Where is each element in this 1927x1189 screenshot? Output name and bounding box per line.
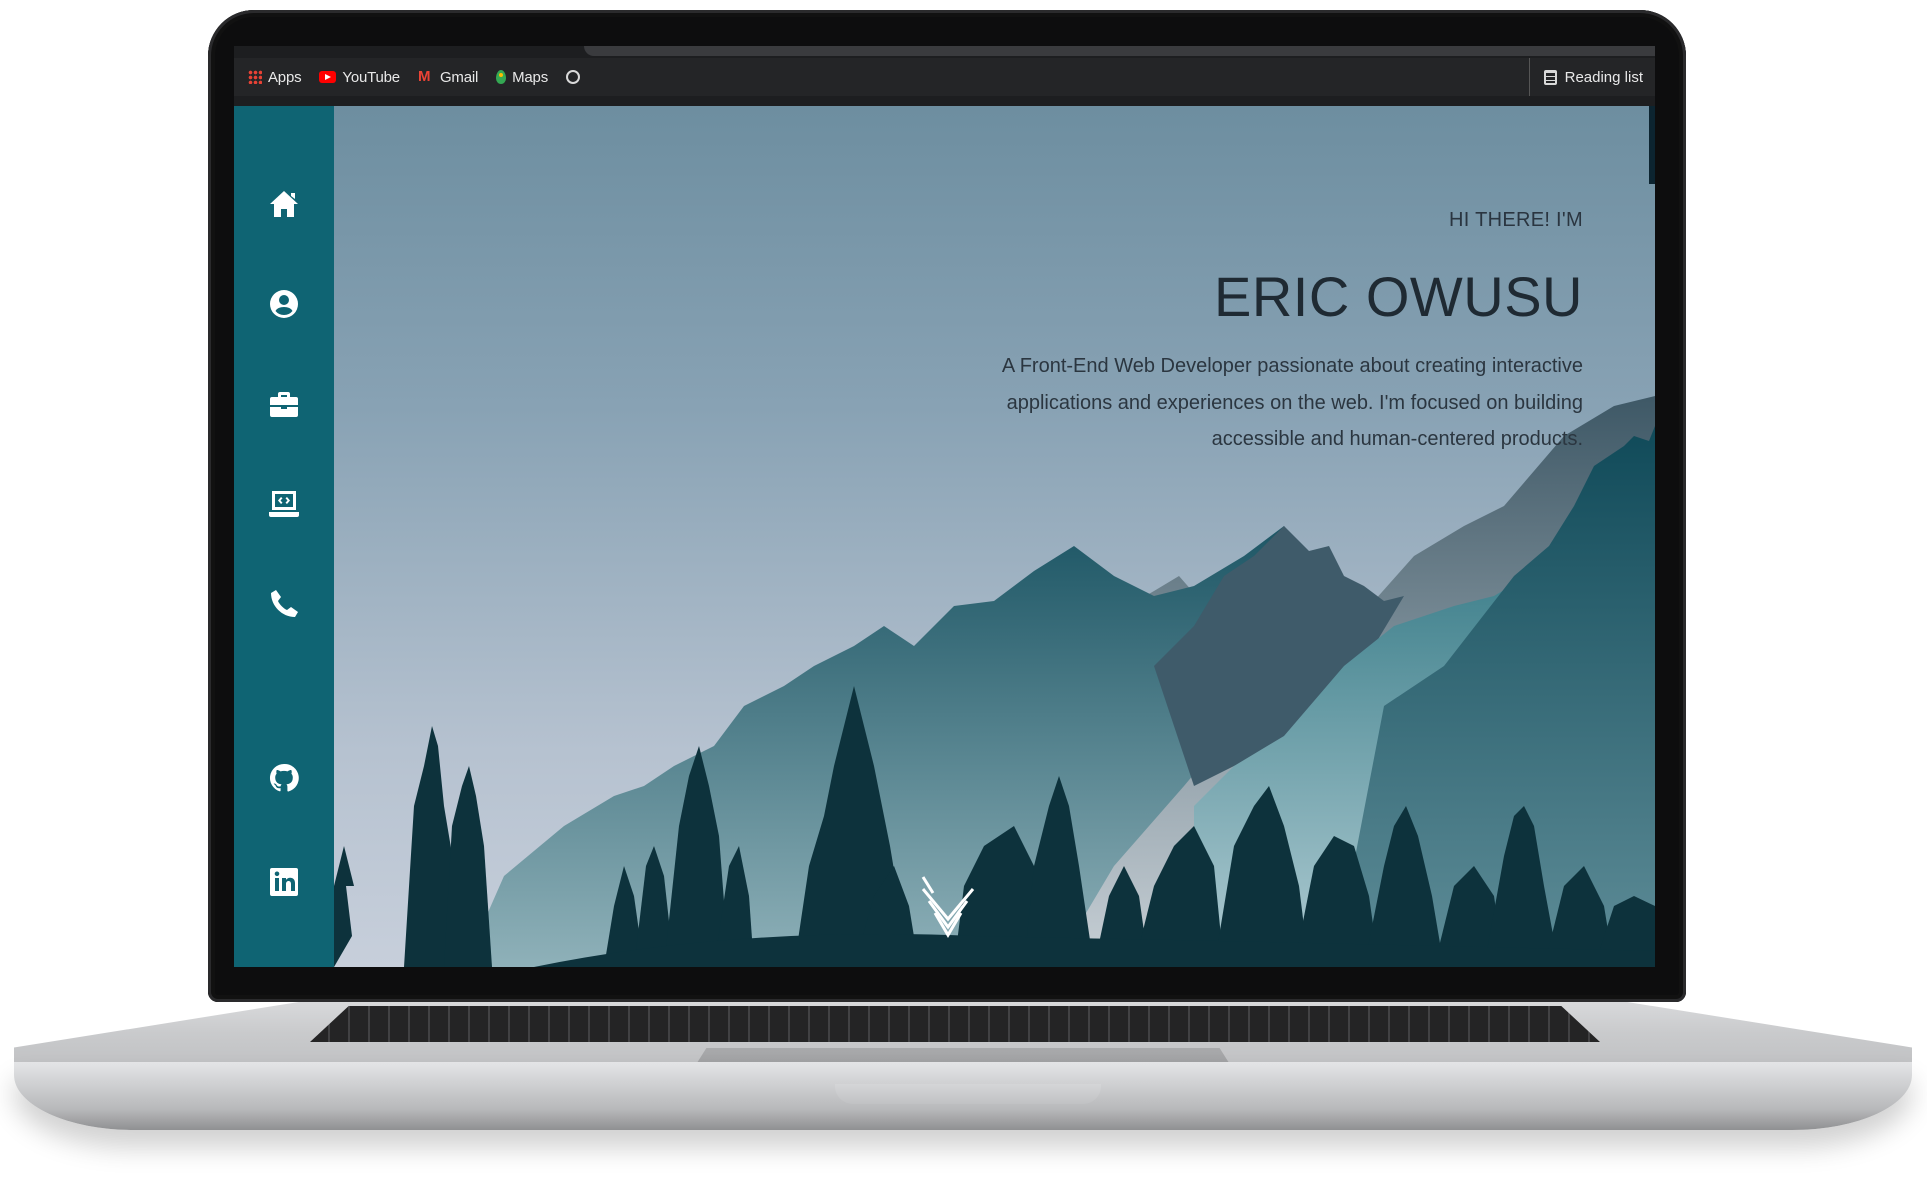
globe-icon [566,70,580,84]
nav-projects[interactable] [264,484,304,524]
nav-experience[interactable] [264,384,304,424]
scroll-down-chevron-icon[interactable] [919,871,977,943]
browser-window: Apps YouTube M Gmail Maps Reading list H… [234,46,1655,967]
bookmark-apps[interactable]: Apps [248,68,302,86]
maps-icon [496,70,507,84]
sidebar-nav [234,106,334,967]
bookmark-maps[interactable]: Maps [496,69,548,86]
bookmark-globe[interactable] [566,70,580,84]
briefcase-icon [270,392,298,417]
github-link[interactable] [264,758,304,798]
github-icon [269,763,299,792]
home-icon [270,191,298,217]
laptop-code-icon [269,491,299,517]
nav-about[interactable] [264,284,304,324]
apps-grid-icon [248,70,262,84]
laptop-keyboard [310,1006,1600,1042]
hero-greeting: HI THERE! I'M [1448,209,1583,231]
reading-list-button[interactable]: Reading list [1528,58,1643,96]
phone-icon [271,590,298,617]
linkedin-link[interactable] [264,862,304,902]
nav-home[interactable] [264,184,304,224]
address-bar[interactable] [584,46,1655,56]
linkedin-icon [270,868,298,896]
hero-name: ERIC OWUSU [1214,265,1583,328]
bookmarks-bar: Apps YouTube M Gmail Maps Reading list [234,58,1655,96]
bookmark-label: Apps [268,68,302,86]
youtube-icon [319,71,337,83]
page-scrollbar[interactable] [1649,106,1655,184]
user-circle-icon [270,290,298,318]
portfolio-page: HI THERE! I'M ERIC OWUSU A Front-End Web… [234,106,1655,967]
gmail-icon: M [417,68,431,85]
bookmark-gmail[interactable]: M Gmail [418,69,478,86]
bookmark-label: Maps [512,68,548,86]
reading-list-label: Reading list [1564,68,1643,86]
mountain-forest-illustration [334,396,1655,967]
bookmark-youtube[interactable]: YouTube [319,69,400,86]
nav-contact[interactable] [264,584,304,624]
hero-bio: A Front-End Web Developer passionate abo… [1001,355,1583,450]
reading-list-icon [1543,69,1557,85]
bookmark-label: YouTube [342,68,400,86]
bookmark-label: Gmail [439,68,479,86]
laptop-opening-notch [835,1084,1101,1104]
